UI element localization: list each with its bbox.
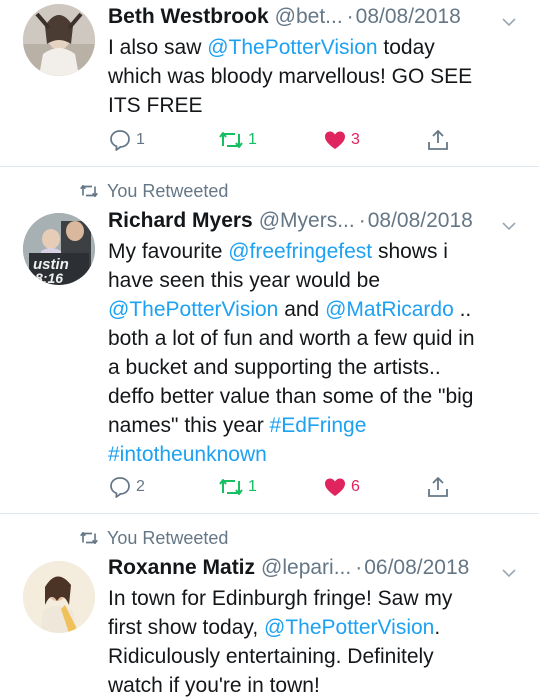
tweet-text-line: Ridiculously entertaining. Definitely (108, 642, 518, 671)
retweet-icon (78, 182, 100, 205)
retweet-button[interactable]: 1 (218, 475, 257, 499)
tweet-text: I also saw @ThePotterVision today which w… (108, 33, 518, 120)
hashtag-link[interactable]: #intotheunknown (108, 443, 267, 466)
author-name[interactable]: Roxanne Matiz (108, 556, 255, 580)
text-segment: deffo better value than some of the "big (108, 385, 474, 408)
text-segment: today (377, 36, 435, 59)
like-count: 3 (351, 131, 360, 148)
tweet-header: Richard Myers @Myers... · 08/08/2018 (108, 207, 517, 235)
mention-link[interactable]: @MatRicardo (325, 298, 454, 321)
retweet-count: 1 (248, 131, 257, 148)
tweet-text-line: watch if you're in town! (108, 671, 518, 700)
text-segment: have seen this year would be (108, 269, 381, 292)
text-segment: .. (453, 298, 472, 321)
share-icon (426, 128, 450, 152)
like-button[interactable]: 6 (323, 475, 360, 499)
tweet-text-line: a bucket and supporting the artists.. (108, 353, 518, 382)
tweet-date[interactable]: 08/08/2018 (356, 5, 461, 29)
tweet-text-line: first show today, @ThePotterVision. (108, 613, 518, 642)
reply-button[interactable]: 1 (108, 128, 145, 152)
author-handle[interactable]: @Myers... (259, 209, 355, 233)
text-segment: and (278, 298, 326, 321)
author-name[interactable]: Richard Myers (108, 209, 253, 233)
text-segment: Ridiculously entertaining. Definitely (108, 645, 434, 668)
text-segment: ITS FREE (108, 94, 203, 117)
chevron-down-icon[interactable] (501, 560, 517, 584)
tweet-text-line: In town for Edinburgh fringe! Saw my (108, 584, 518, 613)
retweet-button[interactable]: 1 (218, 128, 257, 152)
retweet-count: 1 (248, 478, 257, 495)
chevron-down-icon[interactable] (501, 9, 517, 33)
avatar[interactable] (23, 4, 95, 76)
heart-icon (323, 475, 347, 499)
tweet-date[interactable]: 06/08/2018 (364, 556, 469, 580)
tweet-1[interactable]: Beth Westbrook @bet... · 08/08/2018 I al… (0, 0, 539, 166)
retweet-icon (78, 529, 100, 552)
reply-button[interactable]: 2 (108, 475, 145, 499)
text-segment: names" this year (108, 414, 270, 437)
author-name[interactable]: Beth Westbrook (108, 5, 269, 29)
text-segment: In town for Edinburgh fringe! Saw my (108, 587, 453, 610)
text-segment: watch if you're in town! (108, 674, 320, 697)
retweet-label: You Retweeted (107, 180, 229, 201)
like-count: 6 (351, 478, 360, 495)
text-segment: I also saw (108, 36, 208, 59)
tweet-header: Beth Westbrook @bet... · 08/08/2018 (108, 3, 517, 31)
separator-dot: · (355, 556, 363, 579)
tweet-text-line: #intotheunknown (108, 440, 518, 469)
avatar[interactable]: ustin 8:16 (23, 213, 95, 285)
tweet-text-line: which was bloody marvellous! GO SEE (108, 62, 518, 91)
mention-link[interactable]: @freefringefest (228, 240, 372, 263)
reply-count: 1 (136, 131, 145, 148)
mention-link[interactable]: @ThePotterVision (264, 616, 434, 639)
tweet-text-line: I also saw @ThePotterVision today (108, 33, 518, 62)
text-segment: both a lot of fun and worth a few quid i… (108, 327, 475, 350)
tweet-text-line: My favourite @freefringefest shows i (108, 237, 518, 266)
text-segment: . (434, 616, 441, 639)
reply-icon (108, 128, 132, 152)
tweet-actions: 2 1 6 (108, 475, 448, 501)
tweet-text-line: both a lot of fun and worth a few quid i… (108, 324, 518, 353)
like-button[interactable]: 3 (323, 128, 360, 152)
tweet-actions: 1 1 3 (108, 128, 448, 154)
retweet-icon (218, 128, 244, 152)
share-button[interactable] (426, 128, 450, 152)
mention-link[interactable]: @ThePotterVision (108, 298, 278, 321)
tweet-text-line: names" this year #EdFringe (108, 411, 518, 440)
text-segment: shows i (372, 240, 448, 263)
tweet-text-line: deffo better value than some of the "big (108, 382, 518, 411)
text-segment: which was bloody marvellous! GO SEE (108, 65, 473, 88)
author-handle[interactable]: @bet... (275, 5, 343, 29)
retweet-label: You Retweeted (107, 527, 229, 548)
text-segment: first show today, (108, 616, 265, 639)
tweet-text-line: have seen this year would be (108, 266, 518, 295)
separator-dot: · (358, 209, 366, 232)
avatar[interactable] (23, 561, 95, 633)
chevron-down-icon[interactable] (501, 213, 517, 237)
retweet-icon (218, 475, 244, 499)
tweet-text-line: ITS FREE (108, 91, 518, 120)
text-segment: a bucket and supporting the artists.. (108, 356, 441, 379)
tweet-text: In town for Edinburgh fringe! Saw my firs… (108, 584, 518, 700)
share-icon (426, 475, 450, 499)
avatar-text-2: 8:16 (35, 270, 63, 285)
separator-dot: · (346, 5, 354, 28)
reply-icon (108, 475, 132, 499)
tweet-date[interactable]: 08/08/2018 (368, 209, 473, 233)
reply-count: 2 (136, 478, 145, 495)
heart-icon (323, 128, 347, 152)
tweet-2[interactable]: You Retweeted ustin 8:16 Richard Myers @… (0, 167, 539, 513)
tweet-text-line: @ThePotterVision and @MatRicardo .. (108, 295, 518, 324)
mention-link[interactable]: @ThePotterVision (207, 36, 377, 59)
tweet-3[interactable]: You Retweeted Roxanne Matiz @lepari... ·… (0, 514, 539, 699)
author-handle[interactable]: @lepari... (261, 556, 351, 580)
text-segment: My favourite (108, 240, 229, 263)
tweet-text: My favourite @freefringefest shows i have… (108, 237, 518, 469)
tweet-header: Roxanne Matiz @lepari... · 06/08/2018 (108, 554, 517, 582)
hashtag-link[interactable]: #EdFringe (270, 414, 367, 437)
share-button[interactable] (426, 475, 450, 499)
